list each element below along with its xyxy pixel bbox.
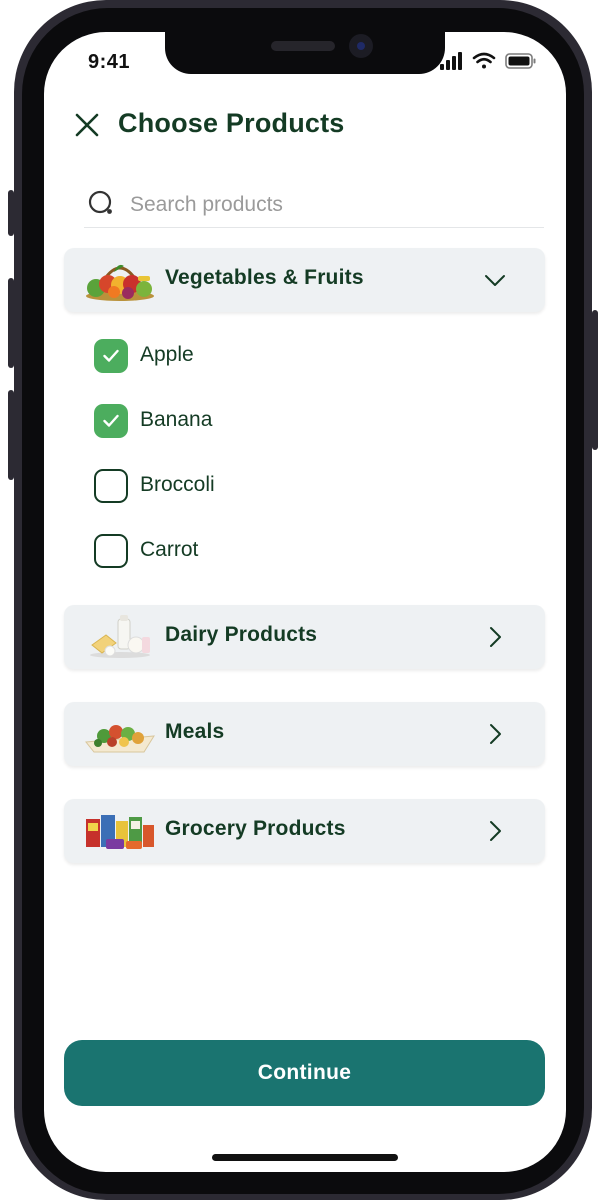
- checkmark-icon: [103, 414, 119, 427]
- checkbox-carrot[interactable]: [94, 534, 128, 568]
- power-button: [592, 310, 598, 450]
- page-title: Choose Products: [118, 108, 345, 138]
- product-label: Banana: [140, 408, 213, 431]
- home-indicator: [212, 1154, 398, 1161]
- battery-icon: [505, 53, 536, 69]
- close-icon[interactable]: [74, 112, 100, 138]
- status-time: 9:41: [88, 51, 131, 73]
- category-grocery-products[interactable]: Grocery Products: [64, 799, 545, 863]
- search-icon: [88, 190, 112, 214]
- status-icons: [440, 52, 536, 70]
- product-row-banana[interactable]: Banana: [94, 402, 494, 442]
- signal-icon: [440, 52, 462, 70]
- checkbox-broccoli[interactable]: [94, 469, 128, 503]
- continue-button[interactable]: Continue: [64, 1040, 545, 1106]
- chevron-right-icon: [490, 724, 501, 744]
- category-label: Dairy Products: [165, 623, 318, 646]
- chevron-right-icon: [490, 627, 501, 647]
- chevron-right-icon: [490, 821, 501, 841]
- mute-switch: [8, 190, 14, 236]
- checkbox-banana[interactable]: [94, 404, 128, 438]
- category-label: Meals: [165, 720, 225, 743]
- dairy-products-image: [90, 615, 150, 658]
- checkbox-apple[interactable]: [94, 339, 128, 373]
- volume-up-button: [8, 278, 14, 368]
- product-row-apple[interactable]: Apple: [94, 337, 494, 377]
- wifi-icon: [472, 52, 496, 69]
- product-label: Broccoli: [140, 473, 215, 496]
- volume-down-button: [8, 390, 14, 480]
- grocery-products-image: [86, 815, 154, 849]
- product-row-carrot[interactable]: Carrot: [94, 532, 494, 572]
- app-screen: 9:41 Choose Products Search products Veg…: [44, 32, 566, 1172]
- category-meals[interactable]: Meals: [64, 702, 545, 766]
- checkmark-icon: [103, 349, 119, 362]
- search-input[interactable]: [130, 188, 530, 222]
- vegetables-fruits-image: [86, 264, 154, 301]
- product-row-broccoli[interactable]: Broccoli: [94, 467, 494, 507]
- notch: [165, 32, 445, 74]
- product-label: Carrot: [140, 538, 199, 561]
- category-label: Vegetables & Fruits: [165, 266, 364, 289]
- category-dairy-products[interactable]: Dairy Products: [64, 605, 545, 669]
- category-vegetables-fruits[interactable]: Vegetables & Fruits: [64, 248, 545, 312]
- search-bar: [84, 186, 544, 228]
- chevron-down-icon: [485, 275, 505, 286]
- category-label: Grocery Products: [165, 817, 346, 840]
- front-camera: [349, 34, 373, 58]
- product-label: Apple: [140, 343, 194, 366]
- speaker: [271, 41, 335, 51]
- meals-image: [85, 725, 155, 753]
